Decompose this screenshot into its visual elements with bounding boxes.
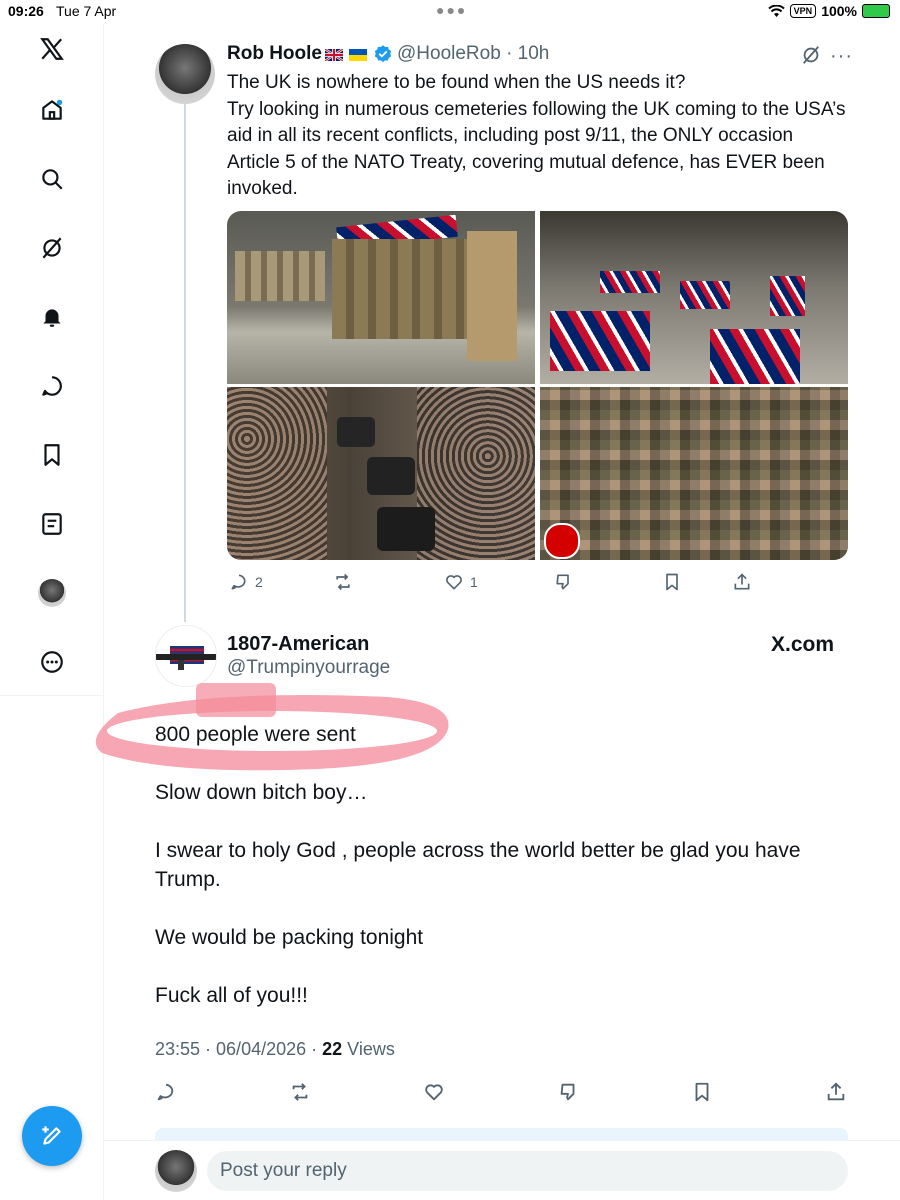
profile-avatar[interactable] <box>22 571 82 615</box>
divider <box>104 1140 900 1141</box>
search-icon[interactable] <box>22 157 82 201</box>
share-icon <box>734 573 750 590</box>
views-button[interactable] <box>553 570 573 594</box>
tweet-text-line: Try looking in numerous cemeteries follo… <box>227 98 846 200</box>
bookmark-button[interactable] <box>688 1078 716 1106</box>
share-button[interactable] <box>732 570 752 594</box>
notifications-bell-icon[interactable] <box>22 295 82 339</box>
author-name[interactable]: Rob Hoole <box>227 43 322 65</box>
tweet-paragraph: We would be packing tonight <box>155 926 424 949</box>
like-count: 1 <box>470 574 478 590</box>
more-icon[interactable] <box>22 640 82 684</box>
repost-icon <box>336 573 350 591</box>
ukraine-flag-icon <box>349 49 367 61</box>
tweet-text: The UK is nowhere to be found when the U… <box>227 70 847 203</box>
status-bar: 09:26 Tue 7 Apr ●●● VPN 100% <box>0 0 900 24</box>
reply-icon <box>231 574 246 590</box>
author-name[interactable]: 1807-American <box>227 633 369 656</box>
dislike-icon <box>556 574 569 590</box>
compose-post-button[interactable] <box>22 1106 82 1166</box>
battery-percent: 100% <box>821 3 857 19</box>
tweet-paragraph: 800 people were sent <box>155 723 356 746</box>
grok-icon[interactable] <box>800 44 822 66</box>
reply-button[interactable]: 2 <box>229 570 263 594</box>
reply-count: 2 <box>255 574 263 590</box>
dislike-button[interactable] <box>554 1078 582 1106</box>
reply-icon <box>157 1083 174 1101</box>
reply-input[interactable]: Post your reply <box>207 1151 848 1191</box>
home-icon[interactable] <box>22 88 82 132</box>
repost-button[interactable] <box>333 570 359 594</box>
like-button[interactable] <box>420 1078 448 1106</box>
sidebar <box>0 24 104 1200</box>
tweet-meta: 23:55 · 06/04/2026 · 22 Views <box>155 1039 395 1060</box>
heart-icon <box>425 1084 443 1101</box>
heart-icon <box>446 575 462 590</box>
reply-button[interactable] <box>152 1078 180 1106</box>
verified-badge-icon <box>374 45 392 63</box>
views-label: Views <box>342 1039 395 1059</box>
avatar[interactable] <box>155 44 215 104</box>
x-logo-icon[interactable] <box>22 27 82 71</box>
status-right: VPN 100% <box>767 3 890 19</box>
tweet-paragraph: Fuck all of you!!! <box>155 984 308 1007</box>
photo-hearse-procession[interactable] <box>227 387 535 560</box>
battery-icon <box>862 4 890 18</box>
status-time: 09:26 <box>8 3 44 19</box>
author-handle-time[interactable]: @HooleRob · 10h <box>397 43 549 65</box>
like-button[interactable]: 1 <box>444 570 478 594</box>
rifle-flag-avatar <box>156 646 216 670</box>
messages-icon[interactable] <box>22 364 82 408</box>
photo-faces-mosaic[interactable] <box>540 387 848 560</box>
tweet-text-line: The UK is nowhere to be found when the U… <box>227 72 686 93</box>
compose-post-icon <box>42 1126 61 1145</box>
avatar[interactable] <box>155 625 217 687</box>
more-options-icon[interactable]: ··· <box>830 45 853 68</box>
tweet-paragraph: I swear to holy God , people across the … <box>155 839 801 891</box>
status-date: Tue 7 Apr <box>56 3 117 19</box>
photo-soldiers-carrying-coffin[interactable] <box>227 211 535 384</box>
avatar <box>155 1150 197 1192</box>
repost-button[interactable] <box>286 1078 314 1106</box>
share-icon <box>827 1082 845 1101</box>
bookmark-icon <box>695 1082 709 1102</box>
dislike-icon <box>560 1083 575 1101</box>
bookmark-icon <box>666 573 678 591</box>
media-grid <box>227 211 848 560</box>
views-count: 22 <box>322 1039 343 1059</box>
multitasking-dots-icon[interactable]: ●●● <box>436 2 467 18</box>
photo-flag-coffins-aircraft[interactable] <box>540 211 848 384</box>
wifi-icon <box>767 4 785 17</box>
lists-icon[interactable] <box>22 502 82 546</box>
tweet-text: 800 people were sent Slow down bitch boy… <box>155 720 845 1039</box>
bookmarks-icon[interactable] <box>22 433 82 477</box>
reply-placeholder: Post your reply <box>220 1160 347 1181</box>
share-button[interactable] <box>822 1078 850 1106</box>
xcom-brand: X.com <box>771 633 835 656</box>
tweet-paragraph: Slow down bitch boy… <box>155 781 368 804</box>
grok-icon[interactable] <box>22 226 82 270</box>
repost-icon <box>292 1083 308 1101</box>
reply-context-bar <box>155 1128 848 1140</box>
vpn-badge: VPN <box>789 4 817 18</box>
thread-line <box>184 104 186 622</box>
uk-flag-icon <box>325 49 343 61</box>
bookmark-button[interactable] <box>662 570 682 594</box>
author-handle[interactable]: @Trumpinyourrage <box>227 657 390 679</box>
tweet-timestamp[interactable]: 23:55 · 06/04/2026 · <box>155 1039 322 1059</box>
